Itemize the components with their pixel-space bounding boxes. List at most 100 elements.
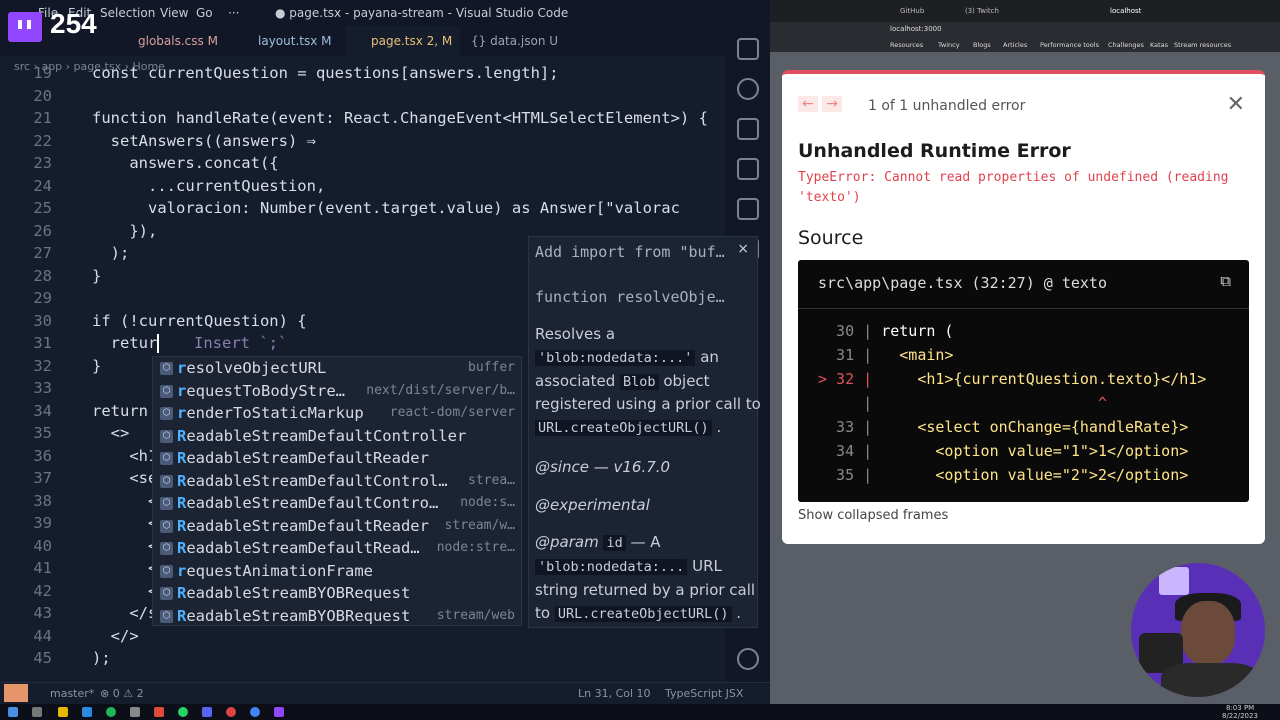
url-text[interactable]: localhost:3000 [890,25,942,33]
suggestion-item[interactable]: ⬡ ReadableStreamDefaultContro… node:s… [153,492,521,515]
settings-gear-icon[interactable] [737,648,759,670]
tab-label: {} data.json U [471,34,559,48]
tab-layout-tsx[interactable]: layout.tsx M [240,26,340,56]
suggestion-label: ReadableStreamDefaultContro… [177,494,438,512]
browser-tab[interactable]: (3) Twitch [965,7,999,15]
spotify-icon[interactable] [106,707,116,717]
suggestion-item[interactable]: ⬡ ReadableStreamDefaultController [153,425,521,448]
vscode-taskbar-icon[interactable] [82,707,92,717]
line-number: 43 [33,604,52,622]
suggestion-item[interactable]: ⬡ ReadableStreamBYOBRequest [153,582,521,605]
label-rest: eadableStreamDefaultControl… [186,471,448,490]
source-control-icon[interactable] [737,118,759,140]
bookmark-item[interactable]: Articles [1003,41,1027,49]
line-number: 42 [33,581,52,600]
frame-file-location[interactable]: src\app\page.tsx (32:27) @ texto [818,274,1107,292]
suggestion-item[interactable]: ⬡ renderToStaticMarkup react-dom/server [153,402,521,425]
suggestion-item[interactable]: ⬡ ReadableStreamDefaultRead… node:stre… [153,537,521,560]
suggestion-item[interactable]: ⬡ ReadableStreamDefaultControl… strea… [153,470,521,493]
suggest-widget: ⬡ resolveObjectURL buffer ⬡ requestToBodyStr… [152,356,522,626]
search-icon[interactable] [737,78,759,100]
explorer-icon[interactable] [737,38,759,60]
browser-tab-active[interactable]: localhost [1110,7,1141,15]
frame-line: 33 | <select onChange={handleRate}> [818,418,1188,436]
bookmark-item[interactable]: Blogs [973,41,991,49]
suggestion-label: ReadableStreamDefaultReader [177,449,429,467]
address-bar[interactable]: localhost:3000 [770,22,1280,38]
label-rest: eadableStreamBYOBRequest [186,606,411,625]
suggestion-item[interactable]: ⬡ ReadableStreamDefaultReader [153,447,521,470]
tab-globals-css[interactable]: globals.css M [120,26,230,56]
symbol-icon: ⬡ [160,497,173,510]
obs-icon[interactable] [226,707,236,717]
show-collapsed-frames-link[interactable]: Show collapsed frames [798,508,948,523]
code-line: ); [92,244,130,262]
bookmark-item[interactable]: Resources [890,41,923,49]
remote-indicator[interactable] [4,684,28,702]
suggestion-item[interactable]: ⬡ ReadableStreamDefaultReader stream/w… [153,515,521,538]
doc-desc-5: string returned by a prior call [535,581,756,599]
suggestion-item[interactable]: ⬡ requestToBodyStre… next/dist/server/b… [153,380,521,403]
extensions-icon[interactable] [737,198,759,220]
line-number: 21 [33,109,52,127]
suggestion-item[interactable]: ⬡ ReadableStreamBYOBRequest stream/web [153,605,521,628]
line-number: 38 [33,491,52,510]
tab-page-tsx[interactable]: page.tsx 2, M [345,26,460,56]
symbol-icon: ⬡ [160,564,173,578]
language-mode[interactable]: TypeScript JSX [665,687,743,700]
search-icon[interactable] [32,707,42,717]
label-rest: enderToStaticMarkup [186,404,364,422]
frame-line: 34 | <option value="1">1</option> [818,442,1188,460]
cursor-position[interactable]: Ln 31, Col 10 [578,687,651,700]
terminal-icon[interactable] [130,707,140,717]
whatsapp-icon[interactable] [178,707,188,717]
branch-status[interactable]: master* [50,687,94,700]
suggestion-detail: buffer [468,360,515,375]
code-line: < [92,536,158,555]
start-icon[interactable] [8,707,18,717]
chrome-icon[interactable] [250,707,260,717]
menu-more[interactable]: ··· [228,6,239,20]
code-line: const currentQuestion = questions[answer… [92,64,559,82]
tab-label: globals.css M [138,34,218,48]
next-error-arrow-icon[interactable]: → [822,96,842,112]
bookmark-item[interactable]: Twincy [938,41,960,49]
prev-error-arrow-icon[interactable]: ← [798,96,818,112]
close-icon[interactable]: ✕ [1227,92,1245,117]
frame-line: 35 | <option value="2">2</option> [818,466,1188,484]
text-cursor [157,334,159,353]
bookmark-item[interactable]: Challenges [1108,41,1144,49]
clock-date[interactable]: 8/22/2023 [1222,712,1258,720]
browser-tab[interactable]: GitHub [900,7,924,15]
brave-icon[interactable] [154,707,164,717]
menu-go[interactable]: Go [196,6,213,20]
code-line: <se [92,469,158,487]
suggestion-label: ReadableStreamDefaultController [177,427,466,445]
suggestion-label: ReadableStreamDefaultReader [177,517,429,535]
menu-view[interactable]: View [160,6,188,20]
open-in-editor-icon[interactable]: ⧉ [1220,272,1231,290]
symbol-icon: ⬡ [160,362,173,375]
suggestion-item[interactable]: ⬡ requestAnimationFrame [153,560,521,583]
bookmark-item[interactable]: Performance tools [1040,41,1099,49]
clock-time[interactable]: 8:03 PM [1226,704,1254,712]
code-line: } [92,356,102,375]
run-debug-icon[interactable] [737,158,759,180]
tab-data-json[interactable]: {} data.json U [465,26,565,56]
discord-icon[interactable] [202,707,212,717]
bookmark-item[interactable]: Stream resources [1174,41,1231,49]
twitch-taskbar-icon[interactable] [274,707,284,717]
suggestion-label: requestAnimationFrame [177,562,373,580]
match-highlight: r [177,404,187,422]
file-explorer-icon[interactable] [58,707,68,717]
browser-tab-strip: GitHub (3) Twitch localhost [770,0,1280,22]
close-hover-icon[interactable]: × [737,241,749,257]
problems-status[interactable]: ⊗ 0 ⚠ 2 [100,687,144,700]
status-bar: master* ⊗ 0 ⚠ 2 Ln 31, Col 10 TypeScript… [0,682,770,704]
bookmark-item[interactable]: Katas [1150,41,1168,49]
line-number: 30 [33,311,52,330]
line-number: 22 [33,131,52,150]
suggestion-item[interactable]: ⬡ resolveObjectURL buffer [153,357,521,380]
import-hint[interactable]: Add import from "buf… [535,243,725,261]
code-line: < [92,581,158,600]
